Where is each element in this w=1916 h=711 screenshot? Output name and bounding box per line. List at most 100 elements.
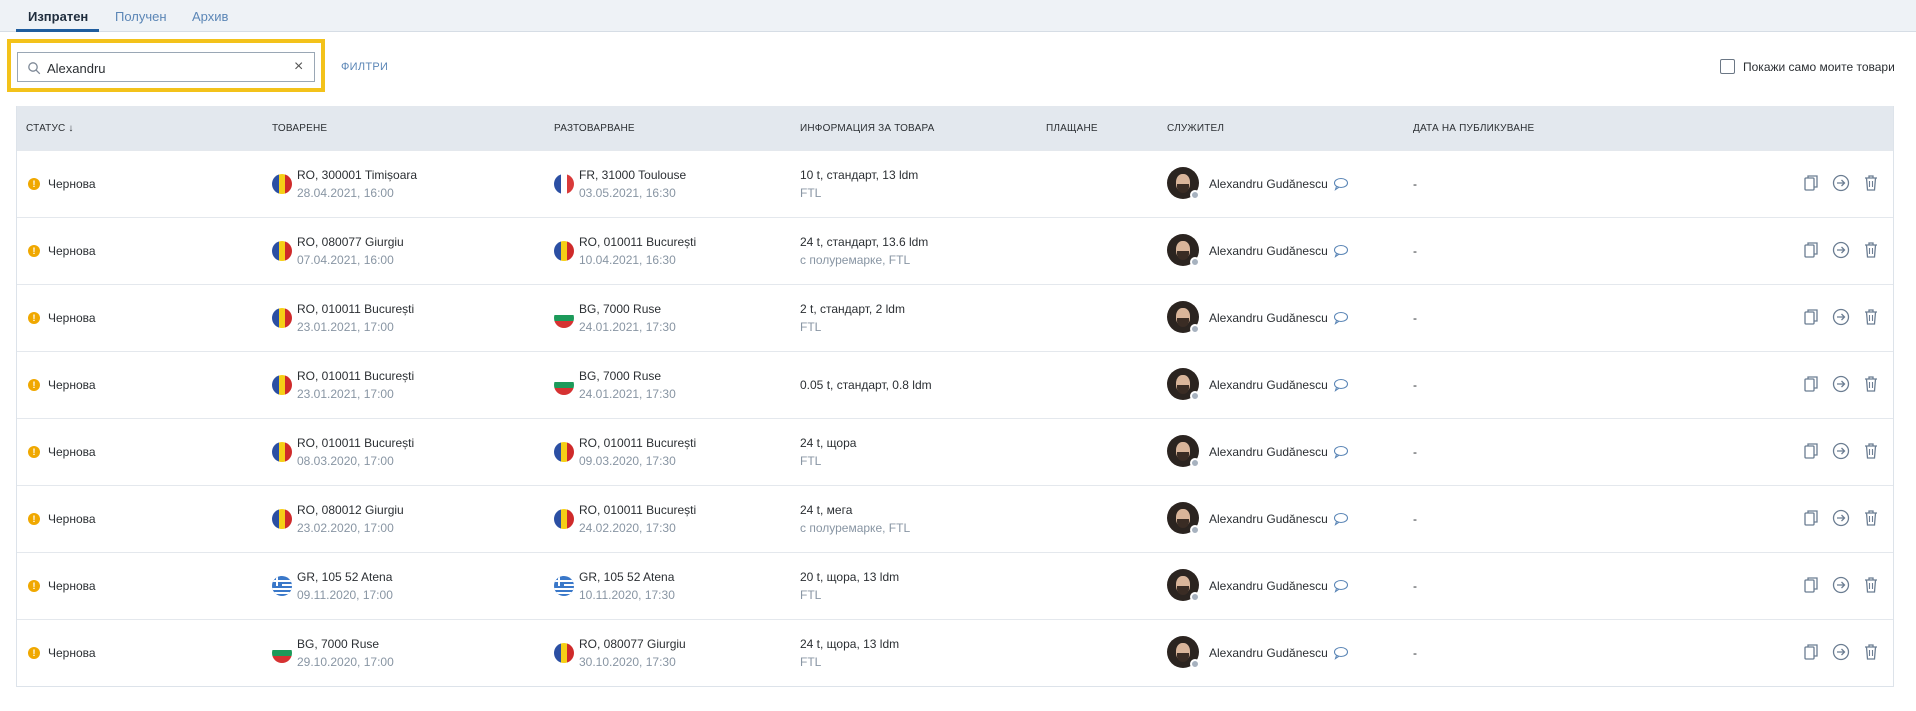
presence-indicator	[1190, 592, 1200, 602]
avatar[interactable]	[1167, 301, 1200, 334]
publish-icon[interactable]	[1831, 240, 1851, 260]
copy-icon[interactable]	[1801, 374, 1821, 394]
cargo-info-sub: с полуремарке, FTL	[800, 253, 911, 267]
avatar[interactable]	[1167, 234, 1200, 267]
table-row[interactable]: ! Чернова RO, 080077 Giurgiu 07.04.2021,…	[17, 217, 1893, 284]
table-row[interactable]: ! Чернова GR, 105 52 Atena 09.11.2020, 1…	[17, 552, 1893, 619]
chat-icon[interactable]	[1333, 579, 1349, 593]
publish-icon[interactable]	[1831, 575, 1851, 595]
delete-icon[interactable]	[1861, 374, 1881, 394]
load-date: 09.11.2020, 17:00	[297, 588, 393, 602]
column-header-published: Дата на публикуване	[1413, 123, 1535, 134]
employee-name: Alexandru Gudănescu	[1209, 512, 1328, 526]
load-flag-ro-icon	[272, 442, 292, 462]
status-text: Чернова	[48, 177, 96, 191]
unload-date: 10.04.2021, 16:30	[579, 253, 676, 267]
chat-icon[interactable]	[1333, 445, 1349, 459]
column-header-unloading: Разтоварване	[554, 123, 635, 134]
delete-icon[interactable]	[1861, 441, 1881, 461]
load-place: RO, 010011 București	[297, 302, 415, 316]
publish-icon[interactable]	[1831, 642, 1851, 662]
unload-flag-gr-icon	[554, 576, 574, 596]
chat-icon[interactable]	[1333, 311, 1349, 325]
table-body: ! Чернова RO, 300001 Timișoara 28.04.202…	[17, 150, 1893, 686]
publish-icon[interactable]	[1831, 307, 1851, 327]
delete-icon[interactable]	[1861, 307, 1881, 327]
avatar-beard	[1177, 653, 1189, 662]
load-date: 23.02.2020, 17:00	[297, 521, 394, 535]
delete-icon[interactable]	[1861, 642, 1881, 662]
cargo-info: 2 t, стандарт, 2 ldm	[800, 302, 905, 316]
unload-date: 24.01.2021, 17:30	[579, 320, 676, 334]
copy-icon[interactable]	[1801, 575, 1821, 595]
table-row[interactable]: ! Чернова RO, 080012 Giurgiu 23.02.2020,…	[17, 485, 1893, 552]
avatar[interactable]	[1167, 435, 1200, 468]
publish-icon[interactable]	[1831, 374, 1851, 394]
avatar-beard	[1177, 184, 1189, 193]
tab-received[interactable]: Получен	[115, 9, 167, 24]
copy-icon[interactable]	[1801, 307, 1821, 327]
publish-icon[interactable]	[1831, 508, 1851, 528]
delete-icon[interactable]	[1861, 575, 1881, 595]
employee-name: Alexandru Gudănescu	[1209, 378, 1328, 392]
published-date: -	[1413, 579, 1417, 593]
column-header-info: Информация за товара	[800, 123, 935, 134]
filters-link[interactable]: ФИЛТРИ	[341, 61, 388, 73]
chat-icon[interactable]	[1333, 244, 1349, 258]
copy-icon[interactable]	[1801, 173, 1821, 193]
chat-icon[interactable]	[1333, 378, 1349, 392]
table-row[interactable]: ! Чернова BG, 7000 Ruse 29.10.2020, 17:0…	[17, 619, 1893, 686]
unload-flag-bg-icon	[554, 375, 574, 395]
copy-icon[interactable]	[1801, 240, 1821, 260]
unload-date: 03.05.2021, 16:30	[579, 186, 676, 200]
published-date: -	[1413, 512, 1417, 526]
search-input[interactable]	[47, 58, 277, 78]
unload-place: BG, 7000 Ruse	[579, 302, 662, 316]
unload-date: 24.01.2021, 17:30	[579, 387, 676, 401]
delete-icon[interactable]	[1861, 240, 1881, 260]
employee-name: Alexandru Gudănescu	[1209, 311, 1328, 325]
publish-icon[interactable]	[1831, 441, 1851, 461]
published-date: -	[1413, 244, 1417, 258]
warning-icon: !	[28, 513, 40, 525]
avatar[interactable]	[1167, 167, 1200, 200]
table-row[interactable]: ! Чернова RO, 010011 București 23.01.202…	[17, 351, 1893, 418]
copy-icon[interactable]	[1801, 508, 1821, 528]
employee-name: Alexandru Gudănescu	[1209, 445, 1328, 459]
unload-place: FR, 31000 Toulouse	[579, 168, 687, 182]
table-row[interactable]: ! Чернова RO, 010011 București 08.03.202…	[17, 418, 1893, 485]
avatar[interactable]	[1167, 569, 1200, 602]
tab-sent[interactable]: Изпратен	[28, 9, 88, 24]
table-row[interactable]: ! Чернова RO, 300001 Timișoara 28.04.202…	[17, 150, 1893, 217]
cargo-info: 0.05 t, стандарт, 0.8 ldm	[800, 378, 932, 392]
chat-icon[interactable]	[1333, 512, 1349, 526]
presence-indicator	[1190, 391, 1200, 401]
employee-name: Alexandru Gudănescu	[1209, 244, 1328, 258]
presence-indicator	[1190, 659, 1200, 669]
only-mine-label[interactable]: Покажи само моите товари	[1743, 60, 1895, 74]
chat-icon[interactable]	[1333, 177, 1349, 191]
warning-icon: !	[28, 446, 40, 458]
presence-indicator	[1190, 257, 1200, 267]
column-header-status[interactable]: Статус ↓	[26, 123, 74, 134]
tab-archive[interactable]: Архив	[192, 9, 228, 24]
table-row[interactable]: ! Чернова RO, 010011 București 23.01.202…	[17, 284, 1893, 351]
delete-icon[interactable]	[1861, 508, 1881, 528]
avatar[interactable]	[1167, 502, 1200, 535]
only-mine-checkbox[interactable]	[1720, 59, 1735, 74]
unload-flag-ro-icon	[554, 442, 574, 462]
delete-icon[interactable]	[1861, 173, 1881, 193]
avatar[interactable]	[1167, 368, 1200, 401]
copy-icon[interactable]	[1801, 642, 1821, 662]
load-flag-ro-icon	[272, 241, 292, 261]
avatar[interactable]	[1167, 636, 1200, 669]
warning-icon: !	[28, 245, 40, 257]
status-text: Чернова	[48, 445, 96, 459]
publish-icon[interactable]	[1831, 173, 1851, 193]
presence-indicator	[1190, 458, 1200, 468]
clear-search-icon[interactable]: ×	[294, 58, 303, 76]
unload-place: RO, 010011 București	[579, 503, 697, 517]
chat-icon[interactable]	[1333, 646, 1349, 660]
copy-icon[interactable]	[1801, 441, 1821, 461]
cargo-info: 24 t, стандарт, 13.6 ldm	[800, 235, 929, 249]
